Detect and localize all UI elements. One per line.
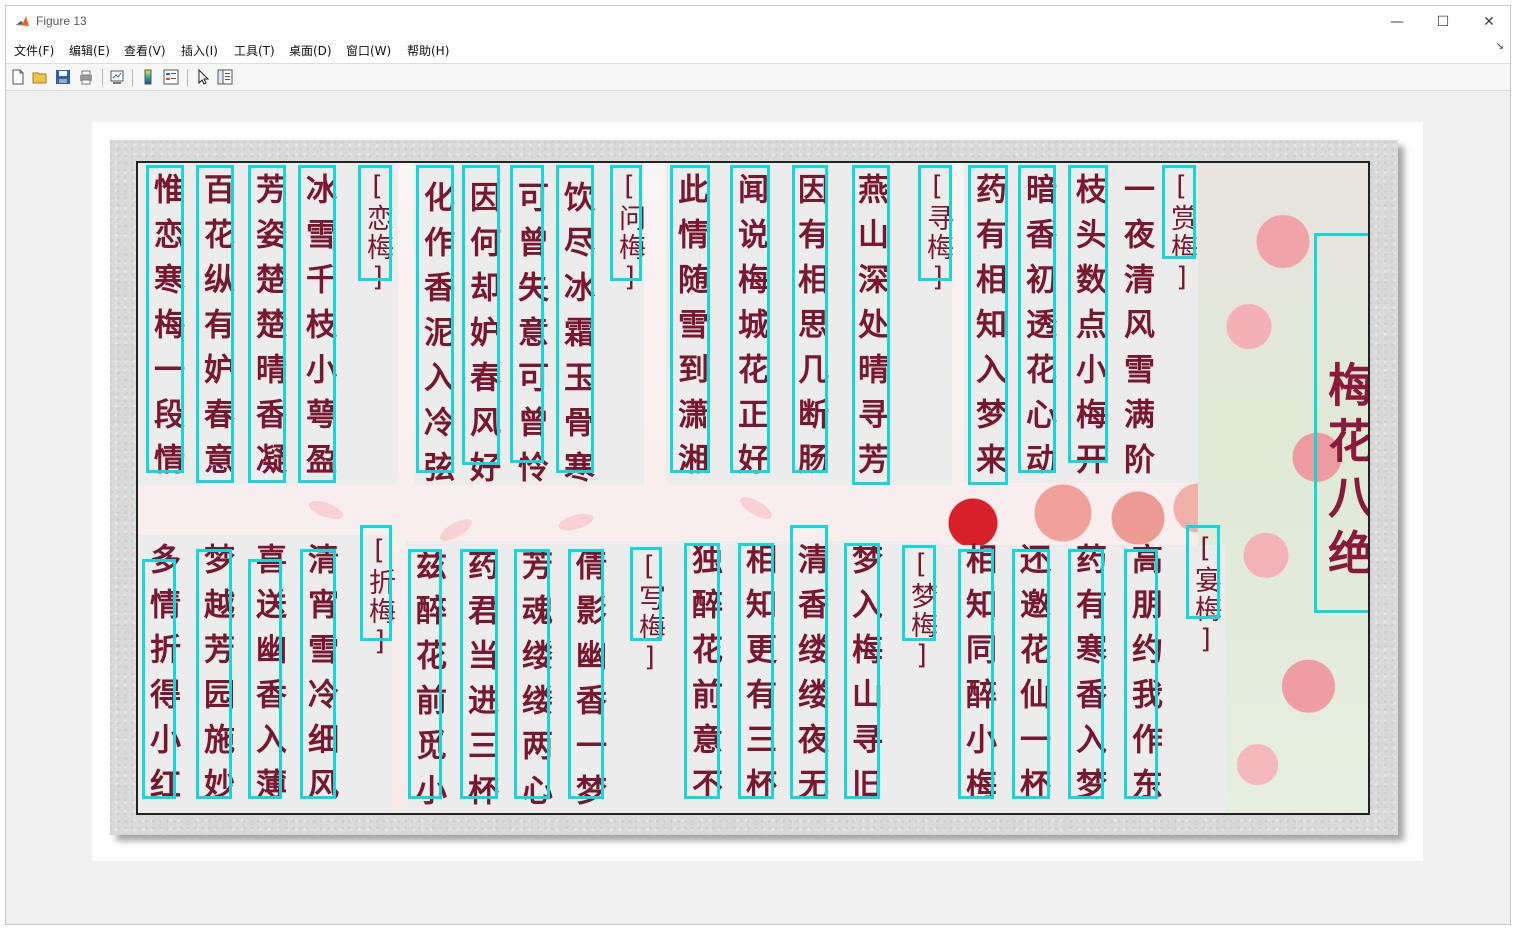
detection-box bbox=[556, 165, 594, 473]
minimize-icon: — bbox=[1390, 13, 1404, 30]
toolbar-separator bbox=[102, 69, 103, 86]
detection-box bbox=[1124, 549, 1158, 799]
menu-insert[interactable]: 插入(I) bbox=[181, 42, 218, 59]
figure-window: Figure 13 — ☐ ✕ 文件(F) 编辑(E) 查看(V) 插入(I) … bbox=[5, 5, 1511, 925]
detection-box bbox=[792, 165, 828, 473]
detection-box bbox=[902, 545, 936, 641]
new-figure-icon[interactable] bbox=[9, 68, 27, 86]
detection-box bbox=[958, 549, 994, 799]
figure-toolbar bbox=[6, 63, 1510, 91]
detection-box bbox=[514, 549, 550, 799]
image-frame: 梅花八绝 [恋梅] 惟恋寒梅一段情 百花纵有妒春意 芳姿楚楚晴香凝 冰雪千枝小萼… bbox=[110, 140, 1398, 835]
detection-box bbox=[630, 547, 662, 641]
link-plot-icon[interactable] bbox=[108, 68, 126, 86]
toolbar-separator bbox=[132, 69, 133, 86]
poem-image: 梅花八绝 [恋梅] 惟恋寒梅一段情 百花纵有妒春意 芳姿楚楚晴香凝 冰雪千枝小萼… bbox=[136, 161, 1370, 815]
detection-box bbox=[968, 165, 1008, 485]
print-icon[interactable] bbox=[77, 68, 95, 86]
detection-box bbox=[300, 549, 336, 799]
detection-box bbox=[610, 165, 642, 281]
menu-edit[interactable]: 编辑(E) bbox=[69, 42, 110, 59]
detection-box bbox=[844, 543, 880, 799]
menu-desktop[interactable]: 桌面(D) bbox=[289, 42, 332, 59]
detection-box bbox=[416, 165, 454, 473]
window-title: Figure 13 bbox=[36, 14, 87, 28]
title-bar[interactable]: Figure 13 — ☐ ✕ bbox=[6, 6, 1510, 37]
detection-box bbox=[462, 165, 500, 465]
save-icon[interactable] bbox=[54, 68, 72, 86]
detection-box bbox=[790, 525, 828, 799]
detection-box bbox=[248, 165, 286, 483]
property-inspector-icon[interactable] bbox=[216, 68, 234, 86]
detection-box bbox=[142, 559, 176, 799]
detection-box bbox=[360, 525, 392, 641]
open-file-icon[interactable] bbox=[31, 68, 49, 86]
edit-plot-icon[interactable] bbox=[194, 68, 212, 86]
image-axes[interactable]: 梅花八绝 [恋梅] 惟恋寒梅一段情 百花纵有妒春意 芳姿楚楚晴香凝 冰雪千枝小萼… bbox=[92, 122, 1423, 861]
petal-decoration bbox=[306, 497, 346, 523]
detection-box bbox=[146, 165, 184, 473]
detection-box bbox=[918, 165, 952, 281]
close-icon: ✕ bbox=[1483, 13, 1495, 30]
close-button[interactable]: ✕ bbox=[1466, 6, 1512, 37]
detection-box bbox=[852, 165, 890, 485]
detection-box bbox=[1162, 165, 1196, 259]
detection-box bbox=[684, 543, 720, 799]
detection-box bbox=[358, 165, 392, 281]
figure-canvas[interactable]: 梅花八绝 [恋梅] 惟恋寒梅一段情 百花纵有妒春意 芳姿楚楚晴香凝 冰雪千枝小萼… bbox=[6, 91, 1510, 924]
colorbar-icon[interactable] bbox=[139, 68, 157, 86]
menu-overflow-icon[interactable]: ↘ bbox=[1496, 41, 1504, 52]
detection-box bbox=[568, 549, 604, 799]
detection-box bbox=[1068, 165, 1108, 463]
legend-icon[interactable] bbox=[162, 68, 180, 86]
maximize-button[interactable]: ☐ bbox=[1420, 6, 1466, 37]
detection-box bbox=[730, 165, 770, 473]
toolbar-separator bbox=[187, 69, 188, 86]
menu-file[interactable]: 文件(F) bbox=[14, 42, 54, 59]
detection-box bbox=[196, 165, 234, 483]
detection-box bbox=[1012, 549, 1050, 799]
menu-window[interactable]: 窗口(W) bbox=[346, 42, 391, 59]
detection-box bbox=[670, 165, 710, 473]
minimize-button[interactable]: — bbox=[1374, 6, 1420, 37]
detection-box bbox=[248, 559, 282, 799]
detection-box bbox=[1018, 165, 1056, 473]
detection-box bbox=[298, 165, 336, 483]
detection-box bbox=[1186, 525, 1220, 619]
detection-box bbox=[1068, 549, 1104, 799]
detection-box bbox=[738, 543, 774, 799]
menu-bar: 文件(F) 编辑(E) 查看(V) 插入(I) 工具(T) 桌面(D) 窗口(W… bbox=[6, 37, 1510, 63]
petal-decoration bbox=[556, 510, 596, 534]
menu-help[interactable]: 帮助(H) bbox=[407, 42, 449, 59]
detection-box bbox=[408, 549, 442, 799]
poem-line: 一夜清风雪满阶 bbox=[1118, 173, 1154, 488]
menu-tools[interactable]: 工具(T) bbox=[234, 42, 275, 59]
matlab-icon bbox=[15, 14, 30, 29]
maximize-icon: ☐ bbox=[1436, 13, 1450, 30]
petal-decoration bbox=[736, 492, 776, 524]
detection-box bbox=[460, 549, 498, 799]
detection-box bbox=[196, 549, 232, 799]
detection-box bbox=[510, 165, 544, 463]
menu-view[interactable]: 查看(V) bbox=[124, 42, 166, 59]
detection-box bbox=[1314, 233, 1368, 613]
